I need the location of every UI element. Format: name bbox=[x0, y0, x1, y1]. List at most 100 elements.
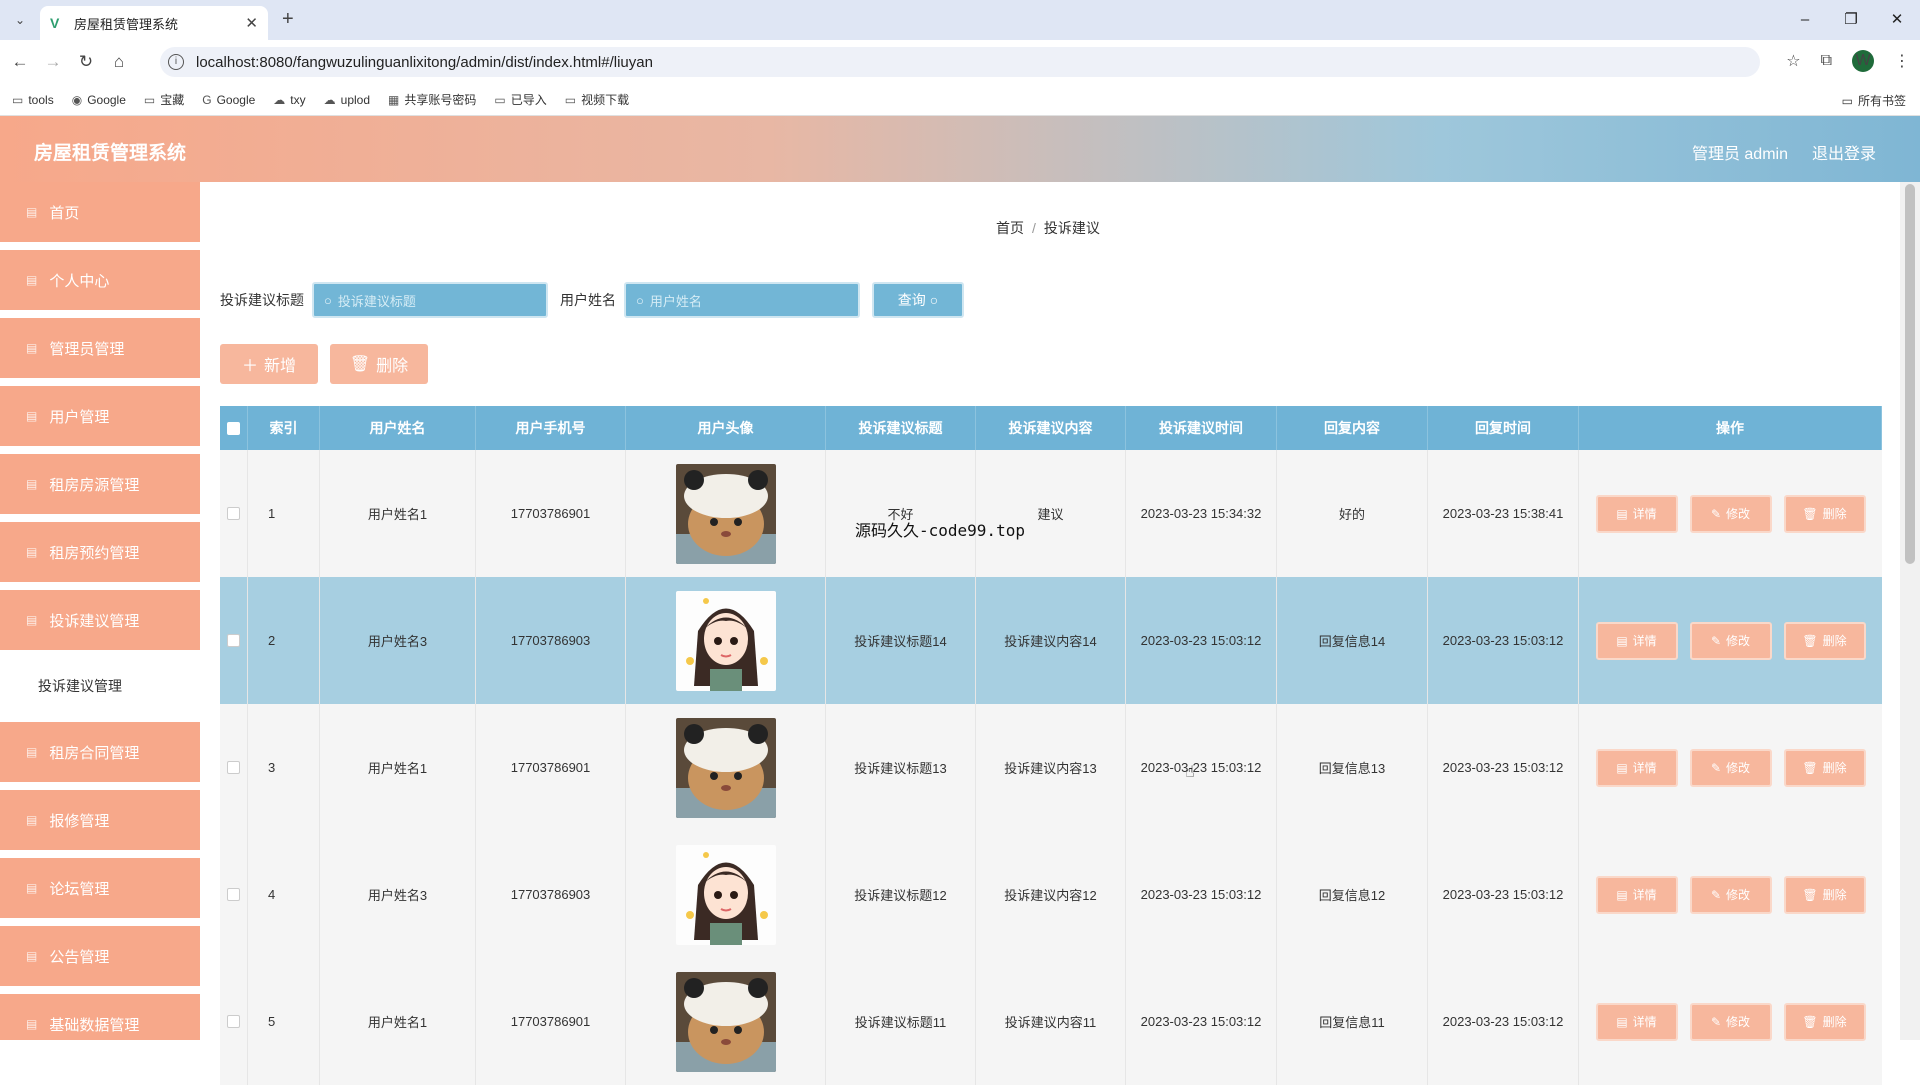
back-icon[interactable]: ← bbox=[7, 52, 33, 72]
select-all-checkbox[interactable] bbox=[227, 421, 240, 435]
detail-button[interactable]: ▤ 详情 bbox=[1595, 748, 1678, 787]
batch-delete-button[interactable]: 🗑 删除 bbox=[330, 344, 428, 384]
row-index: 3 bbox=[248, 704, 320, 831]
menu-icon: ▤ bbox=[26, 273, 38, 287]
sidebar-item[interactable]: ▤ 个人中心 bbox=[0, 250, 200, 310]
bookmark-item[interactable]: ▭ 宝藏 bbox=[144, 91, 184, 108]
site-info-icon[interactable]: i bbox=[168, 54, 184, 70]
table-row[interactable]: 3 用户姓名1 17703786901 投诉建议标题13 投诉建议内容13 2023-03… bbox=[220, 704, 1882, 831]
user-search-placeholder: 用户姓名 bbox=[649, 293, 702, 309]
sidebar-item[interactable]: ▤ 租房合同管理 bbox=[0, 722, 200, 782]
delete-button[interactable]: 🗑 删除 bbox=[1783, 875, 1866, 914]
detail-button[interactable]: ▤ 详情 bbox=[1595, 494, 1678, 533]
bookmark-star-icon[interactable]: ☆ bbox=[1786, 51, 1800, 71]
close-window-icon[interactable]: ✕ bbox=[1874, 0, 1920, 40]
restore-icon[interactable]: ❐ bbox=[1828, 0, 1874, 40]
url-field[interactable]: i localhost:8080/fangwuzulinguanlixitong… bbox=[160, 47, 1760, 77]
row-checkbox[interactable] bbox=[227, 634, 240, 647]
complaint-content: 投诉建议内容12 bbox=[976, 831, 1126, 958]
sidebar-item[interactable]: ▤ 首页 bbox=[0, 182, 200, 242]
delete-button[interactable]: 🗑 删除 bbox=[1783, 748, 1866, 787]
complaint-time: 2023-03-23 15:03:12 bbox=[1126, 958, 1277, 1085]
watermark-overlay-text: 源码久久-code99.top bbox=[855, 521, 1025, 540]
bookmark-item[interactable]: ☁ uplod bbox=[324, 93, 370, 107]
sidebar-item-label: 用户管理 bbox=[49, 408, 110, 426]
row-checkbox[interactable] bbox=[227, 507, 240, 520]
edit-button[interactable]: ✎ 修改 bbox=[1689, 621, 1772, 660]
bookmark-item[interactable]: ☁ txy bbox=[273, 93, 305, 107]
delete-button[interactable]: 🗑 删除 bbox=[1783, 1002, 1866, 1041]
sidebar-item[interactable]: ▤ 论坛管理 bbox=[0, 858, 200, 918]
detail-button[interactable]: ▤ 详情 bbox=[1595, 621, 1678, 660]
table-row[interactable]: 5 用户姓名1 17703786901 投诉建议标题11 投诉建议内容11 2023-03… bbox=[220, 958, 1882, 1085]
page-scrollbar[interactable] bbox=[1900, 182, 1920, 1040]
all-bookmarks[interactable]: ▭ 所有书签 bbox=[1842, 92, 1906, 109]
tab-list-icon[interactable]: ⌄ bbox=[10, 10, 30, 30]
sidebar-item[interactable]: ▤ 基础数据管理 bbox=[0, 994, 200, 1040]
trash-icon: 🗑 bbox=[1802, 506, 1818, 521]
menu-icon: ▤ bbox=[26, 477, 38, 491]
new-tab-icon[interactable]: + bbox=[282, 8, 294, 31]
sidebar-item[interactable]: ▤ 报修管理 bbox=[0, 790, 200, 850]
logout-link[interactable]: 退出登录 bbox=[1812, 140, 1876, 164]
profile-avatar[interactable]: W bbox=[1852, 50, 1874, 72]
title-search-placeholder: 投诉建议标题 bbox=[337, 293, 416, 309]
table-row[interactable]: 1 用户姓名1 17703786901 不好 建议 2023-03-23 15:34:32… bbox=[220, 450, 1882, 577]
browser-menu-icon[interactable]: ⋮ bbox=[1894, 51, 1910, 71]
sidebar-subitem-complaints[interactable]: 投诉建议管理 bbox=[0, 658, 200, 714]
breadcrumb-home[interactable]: 首页 bbox=[996, 220, 1024, 236]
sidebar-item[interactable]: ▤ 租房预约管理 bbox=[0, 522, 200, 582]
table-row[interactable]: 4 用户姓名3 17703786903 投诉建议标题12 投诉建议内容12 2023-03… bbox=[220, 831, 1882, 958]
title-search-input[interactable]: ○ 投诉建议标题 bbox=[312, 282, 548, 318]
app-header: 房屋租赁管理系统 管理员 admin 退出登录 bbox=[0, 116, 1920, 182]
scrollbar-thumb[interactable] bbox=[1905, 184, 1915, 564]
sidebar-item[interactable]: ▤ 投诉建议管理 bbox=[0, 590, 200, 650]
complaint-time: 2023-03-23 15:34:32 bbox=[1126, 450, 1277, 577]
trash-icon: 🗑 bbox=[1802, 760, 1818, 775]
bookmark-item[interactable]: ▭ tools bbox=[12, 93, 54, 107]
tab-close-icon[interactable]: ✕ bbox=[245, 14, 258, 32]
detail-button[interactable]: ▤ 详情 bbox=[1595, 875, 1678, 914]
sidebar-item-label: 租房房源管理 bbox=[49, 476, 140, 494]
user-phone: 17703786901 bbox=[476, 450, 626, 577]
table-row[interactable]: 2 用户姓名3 17703786903 投诉建议标题14 投诉建议内容14 2023-03… bbox=[220, 577, 1882, 704]
bookmark-item[interactable]: ▦ 共享账号密码 bbox=[388, 91, 476, 108]
query-button[interactable]: 查询 ○ bbox=[872, 282, 964, 318]
reload-icon[interactable]: ↻ bbox=[73, 52, 99, 72]
bookmark-item[interactable]: ◉ Google bbox=[72, 93, 126, 107]
edit-button[interactable]: ✎ 修改 bbox=[1689, 494, 1772, 533]
forward-icon[interactable]: → bbox=[40, 52, 66, 72]
sidebar-item[interactable]: ▤ 用户管理 bbox=[0, 386, 200, 446]
current-user: 管理员 admin bbox=[1691, 146, 1788, 163]
sidebar-item[interactable]: ▤ 管理员管理 bbox=[0, 318, 200, 378]
row-checkbox[interactable] bbox=[227, 761, 240, 774]
detail-button[interactable]: ▤ 详情 bbox=[1595, 1002, 1678, 1041]
edit-button[interactable]: ✎ 修改 bbox=[1689, 748, 1772, 787]
complaint-content: 建议 bbox=[976, 450, 1126, 577]
delete-button-label: 删除 bbox=[1822, 1015, 1847, 1029]
sidebar-item[interactable]: ▤ 租房房源管理 bbox=[0, 454, 200, 514]
home-icon[interactable]: ⌂ bbox=[106, 52, 132, 72]
column-header: 回复时间 bbox=[1428, 406, 1579, 450]
browser-tab[interactable]: V 房屋租赁管理系统 ✕ bbox=[40, 6, 268, 40]
extensions-icon[interactable]: ⧉ bbox=[1821, 52, 1832, 70]
complaint-time: 2023-03-23 15:03:12 bbox=[1126, 831, 1277, 958]
add-button[interactable]: ＋ 新增 bbox=[220, 344, 318, 384]
detail-button-label: 详情 bbox=[1632, 888, 1657, 902]
edit-button[interactable]: ✎ 修改 bbox=[1689, 875, 1772, 914]
delete-button[interactable]: 🗑 删除 bbox=[1783, 621, 1866, 660]
edit-button[interactable]: ✎ 修改 bbox=[1689, 1002, 1772, 1041]
delete-button[interactable]: 🗑 删除 bbox=[1783, 494, 1866, 533]
bookmark-item[interactable]: ▭ 视频下载 bbox=[565, 91, 629, 108]
column-header: 用户姓名 bbox=[320, 406, 476, 450]
select-all-cell bbox=[220, 406, 248, 450]
sidebar-item[interactable]: ▤ 公告管理 bbox=[0, 926, 200, 986]
row-checkbox[interactable] bbox=[227, 888, 240, 901]
user-search-input[interactable]: ○ 用户姓名 bbox=[624, 282, 860, 318]
bookmark-item[interactable]: ▭ 已导入 bbox=[494, 91, 546, 108]
minimize-icon[interactable]: – bbox=[1782, 0, 1828, 40]
folder-icon: ▭ bbox=[143, 92, 156, 107]
bookmark-item[interactable]: G Google bbox=[202, 93, 255, 107]
menu-icon: ▤ bbox=[26, 545, 38, 559]
row-checkbox[interactable] bbox=[227, 1015, 240, 1028]
